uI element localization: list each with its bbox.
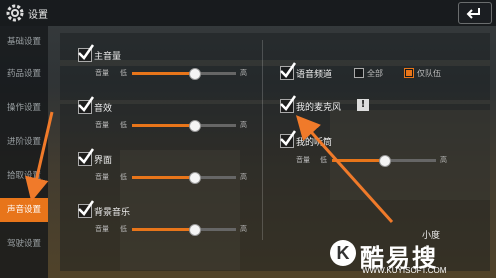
mic-checkbox[interactable]	[280, 95, 297, 113]
sfx-slider[interactable]	[132, 120, 236, 132]
page-title: 设置	[28, 10, 48, 21]
sidebar-item-medicine[interactable]: 药品设置	[0, 64, 48, 84]
watermark-url: WWW.KUYISOFT.COM	[362, 266, 447, 275]
check-icon	[78, 44, 95, 60]
mic-label: 我的麦克风	[296, 103, 342, 113]
volume-label: 音量	[95, 121, 109, 129]
low-label: 低	[120, 173, 127, 181]
low-label: 低	[120, 69, 127, 77]
listen-label: 我的听筒	[296, 138, 333, 148]
sidebar-item-basic[interactable]: 基础设置	[0, 32, 48, 52]
column-divider	[262, 40, 263, 240]
master-volume-slider[interactable]	[132, 68, 236, 80]
radio-all-label: 全部	[367, 69, 383, 78]
watermark-logo: K 酷易搜 WWW.KUYISOFT.COM 小度	[330, 228, 496, 278]
check-icon	[78, 200, 95, 216]
listen-checkbox[interactable]	[280, 130, 297, 148]
volume-label: 音量	[95, 69, 109, 77]
ui-sound-checkbox[interactable]	[78, 148, 95, 166]
radio-team-only-label: 仅队伍	[417, 69, 441, 78]
master-volume-checkbox[interactable]	[78, 44, 95, 62]
volume-label: 音量	[296, 156, 310, 164]
bgm-slider[interactable]	[132, 224, 236, 236]
logo-k-icon: K	[330, 240, 356, 266]
listen-slider[interactable]	[332, 155, 436, 167]
high-label: 高	[240, 69, 247, 77]
top-bar: 设置	[0, 0, 496, 26]
low-label: 低	[320, 156, 327, 164]
low-label: 低	[120, 225, 127, 233]
check-icon	[280, 95, 297, 111]
check-icon	[78, 148, 95, 164]
master-volume-label: 主音量	[94, 52, 122, 62]
sfx-label: 音效	[94, 104, 113, 114]
volume-label: 音量	[95, 173, 109, 181]
check-icon	[280, 62, 297, 78]
gear-icon	[6, 4, 24, 22]
slider-knob[interactable]	[379, 155, 391, 167]
slider-fill	[132, 72, 195, 75]
check-icon	[78, 96, 95, 112]
sidebar-item-sound[interactable]: 声音设置	[0, 198, 48, 222]
warning-icon[interactable]: !	[357, 99, 369, 111]
high-label: 高	[240, 121, 247, 129]
ui-sound-label: 界面	[94, 156, 113, 166]
radio-all[interactable]	[354, 68, 364, 78]
slider-fill	[132, 228, 195, 231]
check-icon	[280, 130, 297, 146]
sfx-checkbox[interactable]	[78, 96, 95, 114]
settings-sidebar: 基础设置 药品设置 操作设置 进阶设置 拾取设置 声音设置 驾驶设置	[0, 26, 48, 278]
bgm-label: 背景音乐	[94, 208, 131, 218]
sidebar-item-driving[interactable]: 驾驶设置	[0, 234, 48, 254]
volume-label: 音量	[95, 225, 109, 233]
high-label: 高	[240, 225, 247, 233]
ui-sound-slider[interactable]	[132, 172, 236, 184]
back-button[interactable]	[458, 2, 492, 24]
voice-channel-label: 语音频道	[296, 70, 333, 80]
high-label: 高	[440, 156, 447, 164]
radio-team-only[interactable]	[404, 68, 414, 78]
watermark-extra: 小度	[422, 231, 441, 241]
bgm-checkbox[interactable]	[78, 200, 95, 218]
voice-channel-checkbox[interactable]	[280, 62, 297, 80]
slider-fill	[332, 159, 384, 162]
slider-fill	[132, 124, 195, 127]
high-label: 高	[240, 173, 247, 181]
low-label: 低	[120, 121, 127, 129]
slider-fill	[132, 176, 195, 179]
sidebar-item-pickup[interactable]: 拾取设置	[0, 166, 48, 186]
return-arrow-icon	[466, 8, 480, 19]
sidebar-item-advanced[interactable]: 进阶设置	[0, 132, 48, 152]
sidebar-item-controls[interactable]: 操作设置	[0, 98, 48, 118]
